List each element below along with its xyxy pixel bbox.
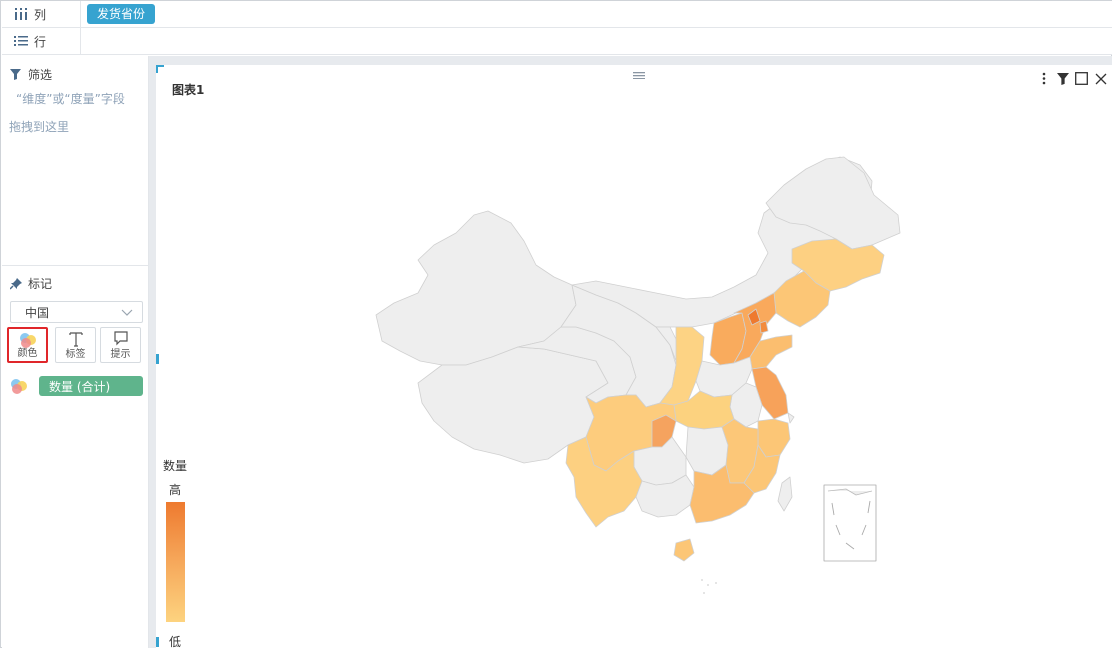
app-frame: 列 发货省份 行 筛选 “维度”或“度量”字段 拖拽到这里 标记 中国 颜色 标… [0,0,1112,648]
filter-section-title: 筛选 [10,66,145,83]
filter-icon [10,69,24,80]
columns-drop-zone[interactable]: 发货省份 [81,1,1112,27]
color-field-row: 数量 (合计) [10,376,143,398]
china-map [375,156,901,594]
label-mark-button[interactable]: 标签 [55,327,96,363]
rows-shelf: 行 [2,28,1112,55]
color-circles-icon [10,378,28,398]
map-type-value: 中国 [25,305,50,320]
color-mark-button[interactable]: 颜色 [7,327,48,363]
panel-splitter[interactable] [149,56,156,648]
legend-high-label: 高 [169,483,182,497]
south-islands [701,579,717,594]
tooltip-mark-button[interactable]: 提示 [100,327,141,363]
province-field-pill[interactable]: 发货省份 [87,4,156,24]
speech-bubble-icon [113,331,129,349]
province-taiwan[interactable] [777,476,793,512]
columns-icon [14,8,28,20]
province-zhejiang[interactable] [757,418,791,458]
filter-title: 筛选 [28,68,53,82]
legend-title: 数量 [163,459,188,473]
rows-shelf-label: 行 [2,28,81,54]
province-shanghai[interactable] [787,412,795,424]
south-china-sea-inset [823,484,877,562]
marks-title: 标记 [28,277,53,291]
filter-drop-hint[interactable]: “维度”或“度量”字段 [16,90,125,107]
pin-icon [10,277,24,290]
quantity-sum-pill[interactable]: 数量 (合计) [39,376,143,396]
map-type-select[interactable]: 中国 [10,301,143,323]
province-hainan[interactable] [673,538,695,562]
color-circles-icon [19,332,37,352]
top-splitter [149,56,1112,65]
list-icon [14,35,28,47]
legend-low-label: 低 [169,635,182,648]
rows-label-text: 行 [34,34,47,49]
chevron-down-icon [121,306,133,321]
filter-drop-hint-2[interactable]: 拖拽到这里 [9,118,69,135]
columns-shelf: 列 发货省份 [2,1,1112,28]
chart-panel: 图表1 数量 高 低 [156,65,1112,648]
columns-label-text: 列 [34,7,47,22]
legend-color-scale [166,502,185,622]
text-icon [68,331,84,351]
divider [2,265,149,266]
rows-drop-zone[interactable] [81,28,1112,54]
marks-section-title: 标记 [10,275,52,292]
left-panel: 筛选 “维度”或“度量”字段 拖拽到这里 标记 中国 颜色 标签 提示 数量 (… [2,56,149,648]
columns-shelf-label: 列 [2,1,81,27]
